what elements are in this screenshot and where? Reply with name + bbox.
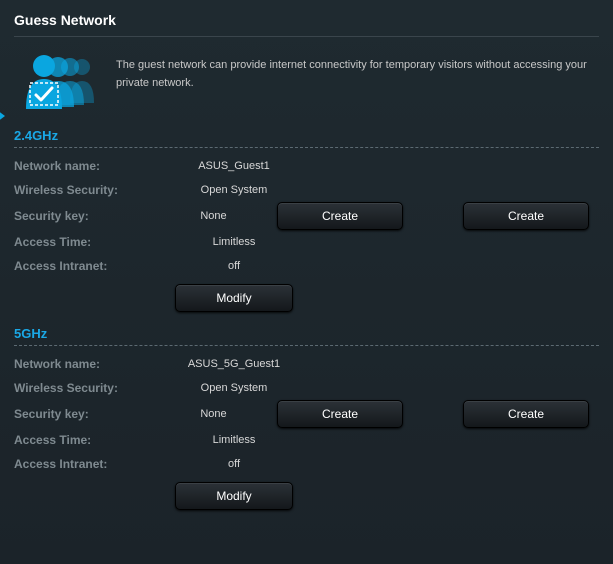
value-wireless-security-5ghz: Open System — [164, 382, 304, 394]
band-title-5ghz: 5GHz — [14, 326, 599, 341]
create-button-5ghz-slot3[interactable]: Create — [463, 400, 589, 428]
intro-block: The guest network can provide internet c… — [14, 37, 599, 120]
active-pointer-icon — [0, 110, 5, 122]
value-access-time-24ghz: Limitless — [164, 236, 304, 248]
value-security-key-24ghz: None — [150, 210, 277, 222]
create-button-24ghz-slot2[interactable]: Create — [277, 202, 403, 230]
value-access-intranet-24ghz: off — [164, 260, 304, 272]
value-network-name-5ghz: ASUS_5G_Guest1 — [164, 358, 304, 370]
label-network-name: Network name: — [14, 159, 164, 173]
divider — [14, 147, 599, 148]
page-title: Guess Network — [14, 10, 599, 37]
value-access-intranet-5ghz: off — [164, 458, 304, 470]
value-security-key-5ghz: None — [150, 408, 277, 420]
create-button-24ghz-slot3[interactable]: Create — [463, 202, 589, 230]
label-security-key: Security key: — [14, 407, 150, 421]
intro-text: The guest network can provide internet c… — [102, 51, 595, 92]
label-security-key: Security key: — [14, 209, 150, 223]
value-network-name-24ghz: ASUS_Guest1 — [164, 160, 304, 172]
create-button-5ghz-slot2[interactable]: Create — [277, 400, 403, 428]
modify-button-24ghz[interactable]: Modify — [175, 284, 293, 312]
label-access-time: Access Time: — [14, 235, 164, 249]
section-5ghz: 5GHz Network name: ASUS_5G_Guest1 Wirele… — [14, 326, 599, 516]
value-wireless-security-24ghz: Open System — [164, 184, 304, 196]
label-access-intranet: Access Intranet: — [14, 457, 164, 471]
value-access-time-5ghz: Limitless — [164, 434, 304, 446]
label-access-time: Access Time: — [14, 433, 164, 447]
guest-people-icon — [18, 51, 102, 114]
section-24ghz: 2.4GHz Network name: ASUS_Guest1 Wireles… — [14, 128, 599, 318]
label-access-intranet: Access Intranet: — [14, 259, 164, 273]
modify-button-5ghz[interactable]: Modify — [175, 482, 293, 510]
guest-network-panel: Guess Network The guest network can prov… — [0, 0, 613, 564]
label-network-name: Network name: — [14, 357, 164, 371]
divider — [14, 345, 599, 346]
label-wireless-security: Wireless Security: — [14, 381, 164, 395]
band-title-24ghz: 2.4GHz — [14, 128, 599, 143]
label-wireless-security: Wireless Security: — [14, 183, 164, 197]
